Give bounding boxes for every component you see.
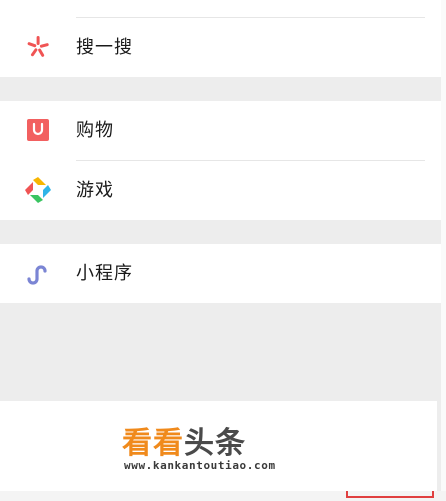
menu-group-miniprogram: 小程序 — [0, 244, 441, 303]
menu-group-search: 搜一搜 — [0, 0, 441, 77]
watermark-brand: 看看头条 — [122, 428, 246, 460]
watermark-brand-part1: 看看 — [122, 426, 184, 461]
search-spark-icon — [27, 36, 49, 57]
menu-item-miniprogram[interactable]: 小程序 — [0, 244, 441, 303]
shopping-bag-icon — [27, 119, 49, 141]
highlight-marker — [346, 491, 434, 498]
menu-item-label: 游戏 — [76, 180, 114, 201]
menu-item-label: 搜一搜 — [76, 37, 133, 58]
watermark-logo: 看看头条 www.kankantoutiao.com — [122, 428, 322, 474]
watermark-url: www.kankantoutiao.com — [124, 459, 276, 472]
menu-item-search[interactable]: 搜一搜 — [0, 18, 441, 77]
scroll-edge — [441, 0, 446, 501]
menu-item-games[interactable]: 游戏 — [0, 161, 441, 220]
mini-program-icon — [27, 265, 47, 285]
menu-item-shopping[interactable]: 购物 — [0, 101, 441, 160]
watermark-brand-part2: 头条 — [184, 426, 246, 461]
menu-item-label: 小程序 — [76, 263, 133, 284]
menu-item-label: 购物 — [76, 120, 114, 141]
game-pinwheel-icon — [25, 177, 51, 203]
menu-group-shopping-games: 购物 游戏 — [0, 101, 441, 220]
